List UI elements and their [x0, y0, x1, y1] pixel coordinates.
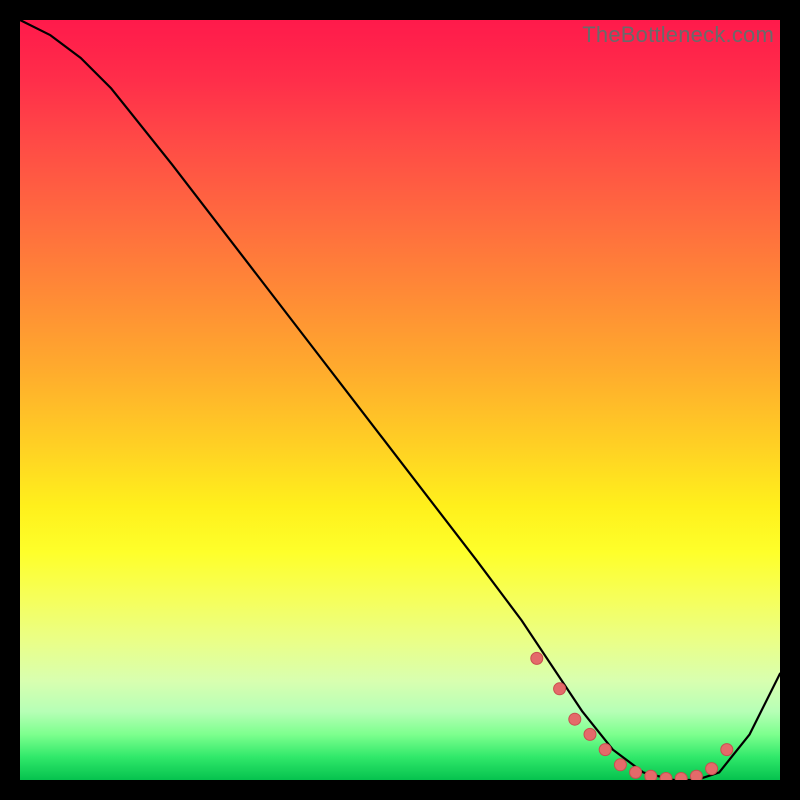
bottleneck-dot: [690, 770, 702, 780]
bottleneck-dot: [706, 763, 718, 775]
bottleneck-dot: [569, 713, 581, 725]
bottleneck-dot: [584, 728, 596, 740]
bottleneck-dot: [554, 683, 566, 695]
chart-frame: TheBottleneck.com: [20, 20, 780, 780]
bottleneck-dot: [599, 744, 611, 756]
watermark-text: TheBottleneck.com: [582, 22, 774, 48]
bottleneck-curve: [20, 20, 780, 780]
bottleneck-dot: [645, 770, 657, 780]
bottleneck-dot: [660, 773, 672, 781]
bottleneck-dot: [721, 744, 733, 756]
bottleneck-dot: [630, 766, 642, 778]
bottleneck-dots-group: [531, 652, 733, 780]
bottleneck-dot: [614, 759, 626, 771]
chart-svg: [20, 20, 780, 780]
bottleneck-dot: [531, 652, 543, 664]
bottleneck-dot: [675, 773, 687, 781]
